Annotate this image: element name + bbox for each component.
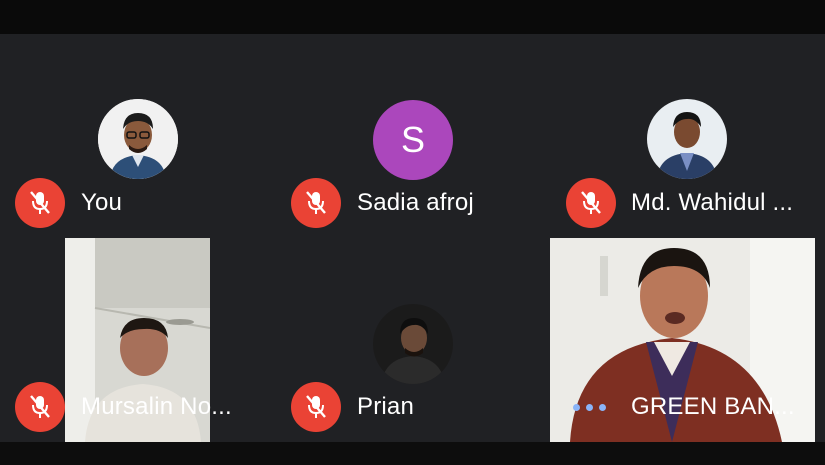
participant-name: GREEN BAN... — [631, 393, 795, 420]
person-photo-icon — [98, 99, 178, 179]
participant-grid: You S Sadia afroj Md. Wahidul ... Mursal… — [0, 34, 825, 442]
avatar — [647, 99, 727, 179]
bottom-bar — [0, 442, 825, 465]
mic-muted-icon[interactable] — [291, 178, 341, 228]
person-photo-icon — [647, 99, 727, 179]
participant-name: Md. Wahidul ... — [631, 189, 794, 216]
mic-muted-icon[interactable] — [15, 178, 65, 228]
mic-muted-icon[interactable] — [566, 178, 616, 228]
avatar — [98, 99, 178, 179]
avatar — [373, 304, 453, 384]
mic-muted-icon[interactable] — [15, 382, 65, 432]
person-photo-icon — [373, 304, 453, 384]
participant-name: Prian — [357, 393, 415, 420]
participant-tile-prian[interactable]: Prian — [275, 238, 550, 442]
participant-tile-sadia[interactable]: S Sadia afroj — [275, 34, 550, 238]
participant-tile-you[interactable]: You — [0, 34, 275, 238]
participant-tile-green-ban[interactable]: GREEN BAN... — [550, 238, 825, 442]
participant-tile-mursalin[interactable]: Mursalin No... — [0, 238, 275, 442]
more-dots-icon — [573, 404, 606, 411]
participant-name: Sadia afroj — [357, 189, 474, 216]
participant-name: Mursalin No... — [81, 393, 232, 420]
avatar-letter: S — [373, 100, 453, 180]
participant-tile-wahidul[interactable]: Md. Wahidul ... — [550, 34, 825, 238]
top-bar — [0, 0, 825, 34]
participant-name: You — [81, 189, 123, 216]
mic-muted-icon[interactable] — [291, 382, 341, 432]
